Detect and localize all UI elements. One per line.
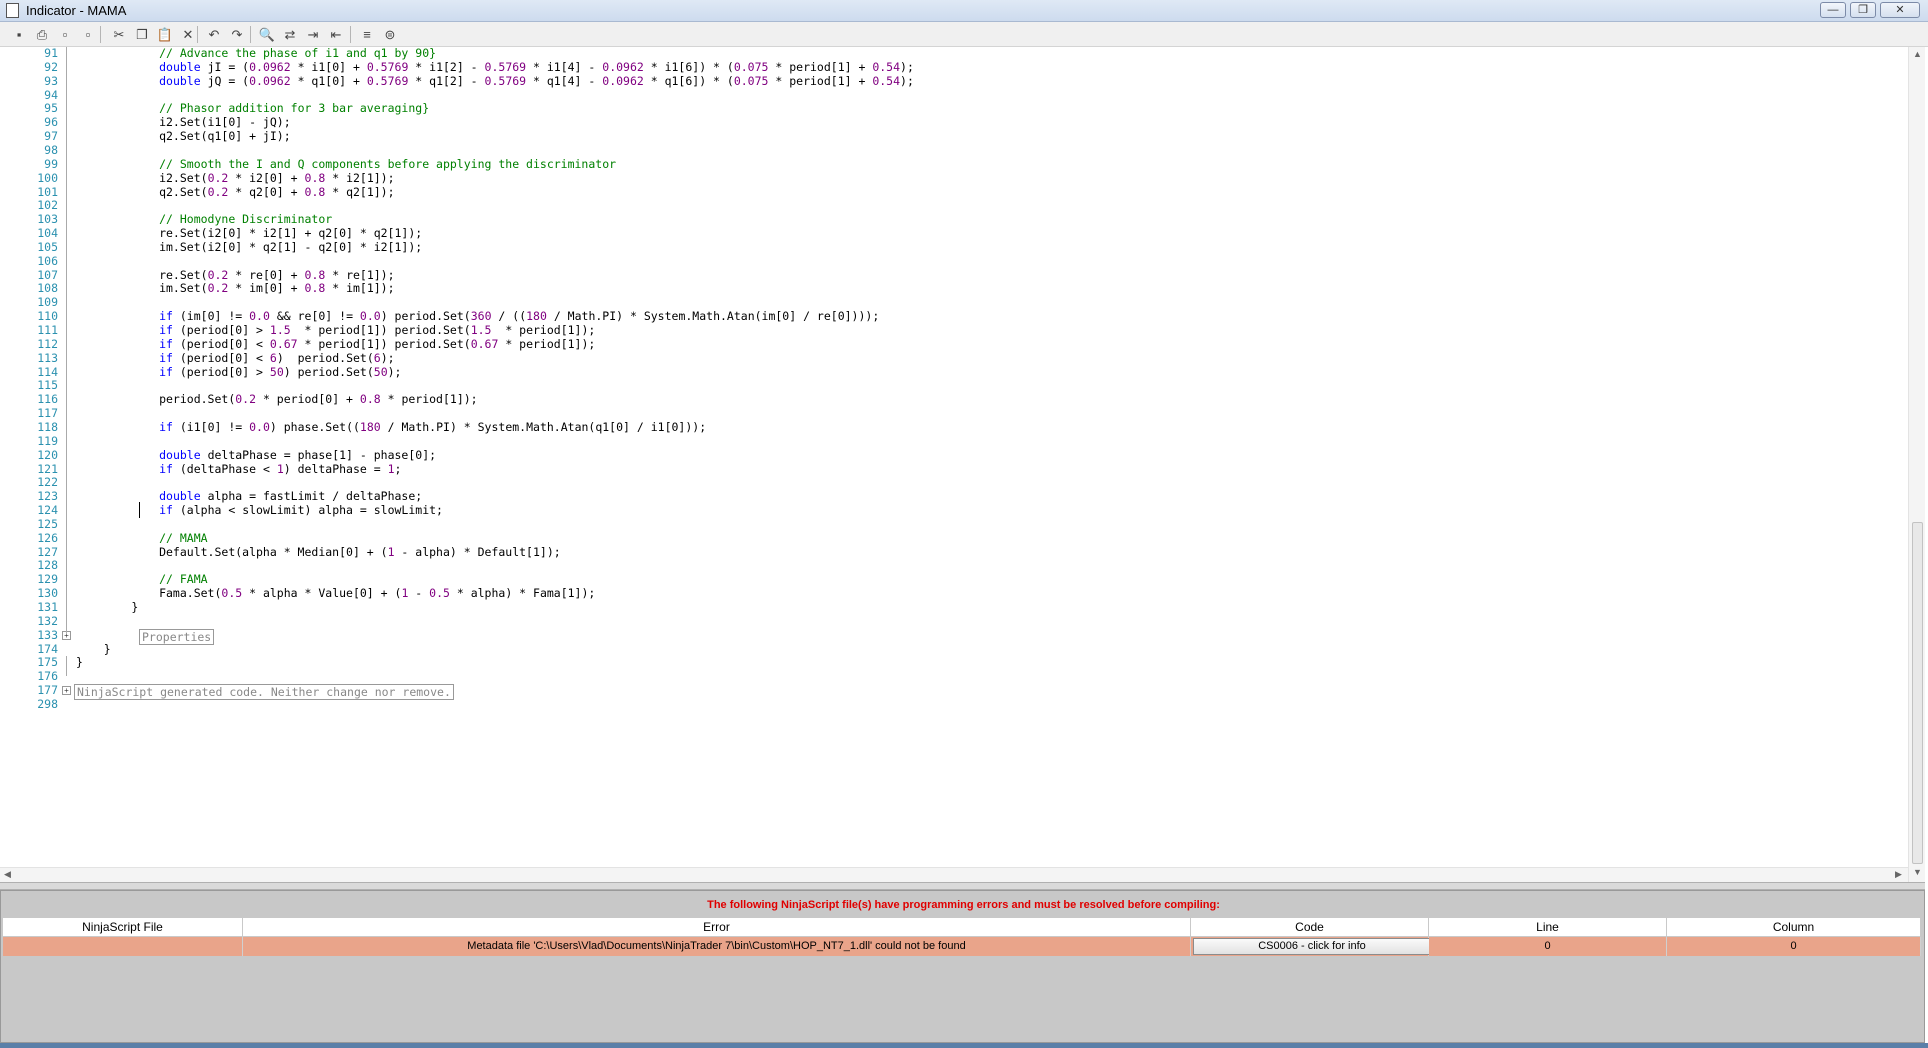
column-header-file[interactable]: NinjaScript File bbox=[3, 918, 243, 937]
error-cell-column[interactable]: 0 bbox=[1667, 937, 1921, 956]
code-line[interactable]: if (i1[0] != 0.0) phase.Set((180 / Math.… bbox=[76, 419, 706, 436]
code-line[interactable]: Default.Set(alpha * Median[0] + (1 - alp… bbox=[76, 544, 561, 561]
code-line[interactable]: if (period[0] > 50) period.Set(50); bbox=[76, 364, 401, 381]
replace-icon[interactable]: ⇄ bbox=[281, 26, 299, 43]
code-info-button[interactable]: CS0006 - click for info bbox=[1193, 938, 1431, 955]
code-line[interactable]: double jQ = (0.0962 * q1[0] + 0.5769 * q… bbox=[76, 73, 914, 90]
error-panel: The following NinjaScript file(s) have p… bbox=[0, 890, 1925, 1043]
document-icon bbox=[6, 3, 19, 18]
page-setup-icon[interactable]: ▫ bbox=[79, 26, 97, 43]
print-icon[interactable]: ⎙ bbox=[33, 26, 51, 43]
code-line[interactable]: } bbox=[76, 599, 138, 616]
toolbar-separator bbox=[250, 26, 251, 43]
horizontal-scrollbar[interactable]: ◀ ▶ bbox=[0, 867, 1908, 882]
code-editor[interactable]: 91 92 93 94 95 96 97 98 99 100 101 102 103 104 105 106 1… bbox=[0, 47, 1908, 880]
comment-icon[interactable]: ≡ bbox=[358, 26, 376, 43]
toolbar-separator bbox=[350, 26, 351, 43]
toolbar-separator bbox=[100, 26, 101, 43]
paste-icon[interactable]: 📋 bbox=[156, 26, 174, 43]
toolbar: ▪ ⎙ ▫ ▫ ✂ ❐ 📋 ✕ ↶ ↷ 🔍 ⇄ ⇥ ⇤ ≡ ⊜ bbox=[0, 22, 1928, 47]
scroll-down-icon[interactable]: ▼ bbox=[1913, 867, 1922, 877]
maximize-button[interactable]: ❐ bbox=[1850, 2, 1876, 18]
error-message: The following NinjaScript file(s) have p… bbox=[707, 899, 1220, 911]
error-cell-message[interactable]: Metadata file 'C:\Users\Vlad\Documents\N… bbox=[243, 937, 1191, 956]
toolbar-separator bbox=[197, 26, 198, 43]
line-number: 298 bbox=[37, 696, 58, 711]
uncomment-icon[interactable]: ⊜ bbox=[381, 26, 399, 43]
scroll-right-icon[interactable]: ▶ bbox=[1895, 869, 1902, 880]
taskbar bbox=[0, 1043, 1928, 1048]
code-line[interactable]: if (deltaPhase < 1) deltaPhase = 1; bbox=[76, 461, 401, 478]
window-title: Indicator - MAMA bbox=[26, 3, 127, 18]
code-line[interactable]: } bbox=[76, 654, 83, 671]
fold-guide bbox=[66, 47, 67, 633]
collapsed-region[interactable]: Properties bbox=[139, 628, 215, 645]
code-line[interactable]: if (alpha < slowLimit) alpha = slowLimit… bbox=[76, 502, 443, 519]
title-bar: Indicator - MAMA — ❐ ✕ bbox=[0, 0, 1928, 22]
scroll-up-icon[interactable]: ▲ bbox=[1913, 49, 1922, 59]
vertical-scroll-thumb[interactable] bbox=[1912, 522, 1923, 864]
print-preview-icon[interactable]: ▫ bbox=[56, 26, 74, 43]
code-line[interactable]: q2.Set(q1[0] + jI); bbox=[76, 128, 291, 145]
error-cell-code[interactable]: CS0006 - click for info bbox=[1191, 937, 1431, 956]
save-icon[interactable]: ▪ bbox=[10, 26, 28, 43]
column-header-line[interactable]: Line bbox=[1429, 918, 1667, 937]
redo-icon[interactable]: ↷ bbox=[228, 26, 246, 43]
delete-icon[interactable]: ✕ bbox=[179, 26, 197, 43]
vertical-scrollbar[interactable]: ▲ ▼ bbox=[1908, 47, 1925, 882]
minimize-button[interactable]: — bbox=[1820, 2, 1846, 18]
column-header-code[interactable]: Code bbox=[1191, 918, 1429, 937]
column-header-column[interactable]: Column bbox=[1667, 918, 1921, 937]
code-line[interactable]: q2.Set(0.2 * q2[0] + 0.8 * q2[1]); bbox=[76, 184, 394, 201]
code-line[interactable]: im.Set(0.2 * im[0] + 0.8 * im[1]); bbox=[76, 280, 394, 297]
code-line[interactable]: im.Set(i2[0] * q2[1] - q2[0] * i2[1]); bbox=[76, 239, 422, 256]
collapsed-region[interactable]: NinjaScript generated code. Neither chan… bbox=[74, 684, 454, 701]
outdent-icon[interactable]: ⇤ bbox=[327, 26, 345, 43]
cut-icon[interactable]: ✂ bbox=[110, 26, 128, 43]
panel-splitter[interactable] bbox=[0, 882, 1925, 890]
scroll-left-icon[interactable]: ◀ bbox=[4, 869, 11, 880]
close-button[interactable]: ✕ bbox=[1880, 2, 1920, 18]
error-cell-line[interactable]: 0 bbox=[1429, 937, 1667, 956]
line-number-gutter: 91 92 93 94 95 96 97 98 99 100 101 102 103 104 105 106 1… bbox=[0, 47, 60, 880]
copy-icon[interactable]: ❐ bbox=[133, 26, 151, 43]
find-icon[interactable]: 🔍 bbox=[258, 26, 276, 43]
expand-region-icon[interactable]: + bbox=[62, 686, 71, 696]
indent-icon[interactable]: ⇥ bbox=[304, 26, 322, 43]
column-header-error[interactable]: Error bbox=[243, 918, 1191, 937]
error-cell-file[interactable] bbox=[3, 937, 243, 956]
fold-guide bbox=[66, 656, 67, 677]
undo-icon[interactable]: ↶ bbox=[205, 26, 223, 43]
code-line[interactable]: period.Set(0.2 * period[0] + 0.8 * perio… bbox=[76, 391, 478, 408]
code-line[interactable]: Fama.Set(0.5 * alpha * Value[0] + (1 - 0… bbox=[76, 585, 595, 602]
